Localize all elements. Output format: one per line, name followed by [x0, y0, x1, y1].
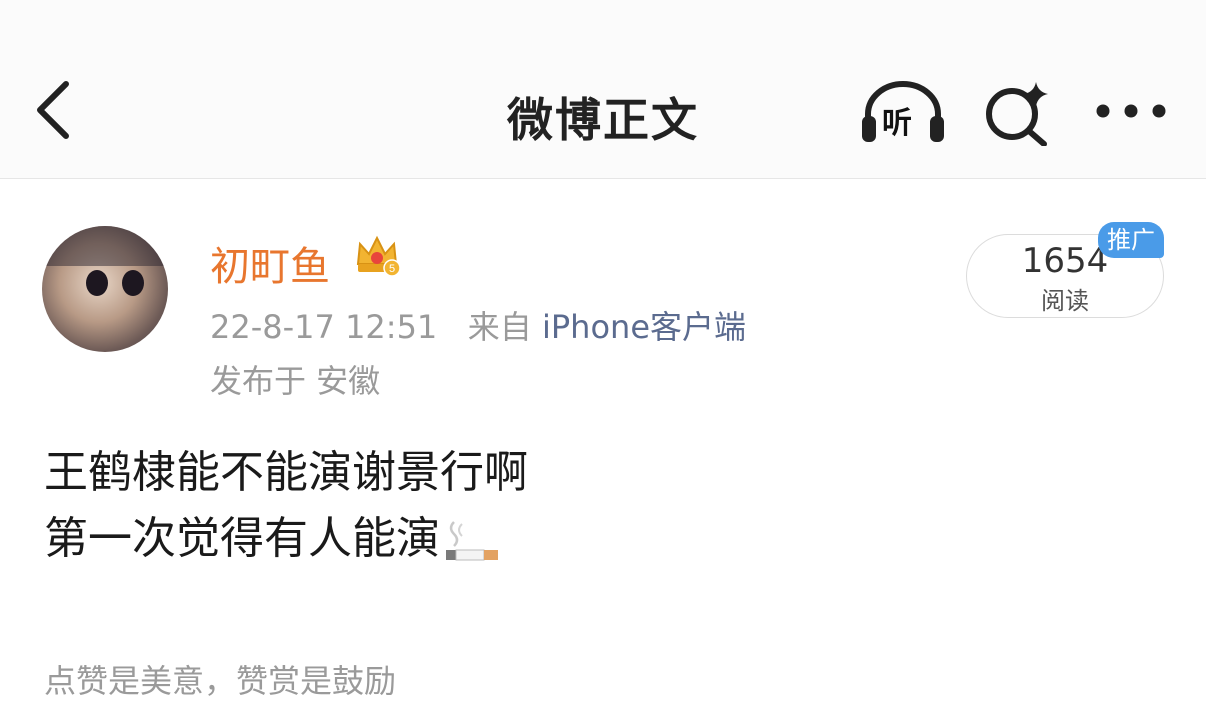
- username[interactable]: 初町鱼: [210, 234, 330, 292]
- crown-vip-icon[interactable]: 5: [354, 234, 400, 278]
- promo-badge[interactable]: 推广: [1098, 222, 1164, 258]
- post-timestamp: 22-8-17 12:51: [210, 308, 438, 346]
- source-prefix: 来自: [467, 308, 532, 346]
- post-content: 王鹤棣能不能演谢景行啊 第一次觉得有人能演: [44, 440, 528, 572]
- avatar[interactable]: [42, 226, 168, 352]
- top-nav-bar: 微博正文 听: [0, 0, 1206, 179]
- content-line-1: 王鹤棣能不能演谢景行啊: [44, 447, 528, 498]
- reward-hint: 点赞是美意，赞赏是鼓励: [44, 662, 397, 700]
- cigarette-emoji-icon: [446, 521, 498, 561]
- avatar-eye: [86, 270, 108, 296]
- source-client-link[interactable]: iPhone客户端: [542, 308, 746, 346]
- avatar-hair: [42, 226, 168, 266]
- svg-text:5: 5: [389, 263, 395, 275]
- sparkle-search-icon[interactable]: [984, 80, 1050, 146]
- content-line-2: 第一次觉得有人能演: [44, 513, 440, 564]
- read-label: 阅读: [1041, 287, 1089, 315]
- post-meta: 22-8-17 12:51 来自 iPhone客户端: [210, 302, 746, 348]
- listen-label: 听: [882, 106, 912, 141]
- content-line-2-wrap: 第一次觉得有人能演: [44, 506, 528, 572]
- avatar-eye: [122, 270, 144, 296]
- more-dots-icon[interactable]: [1096, 104, 1166, 118]
- post-location: 发布于 安徽: [210, 362, 381, 400]
